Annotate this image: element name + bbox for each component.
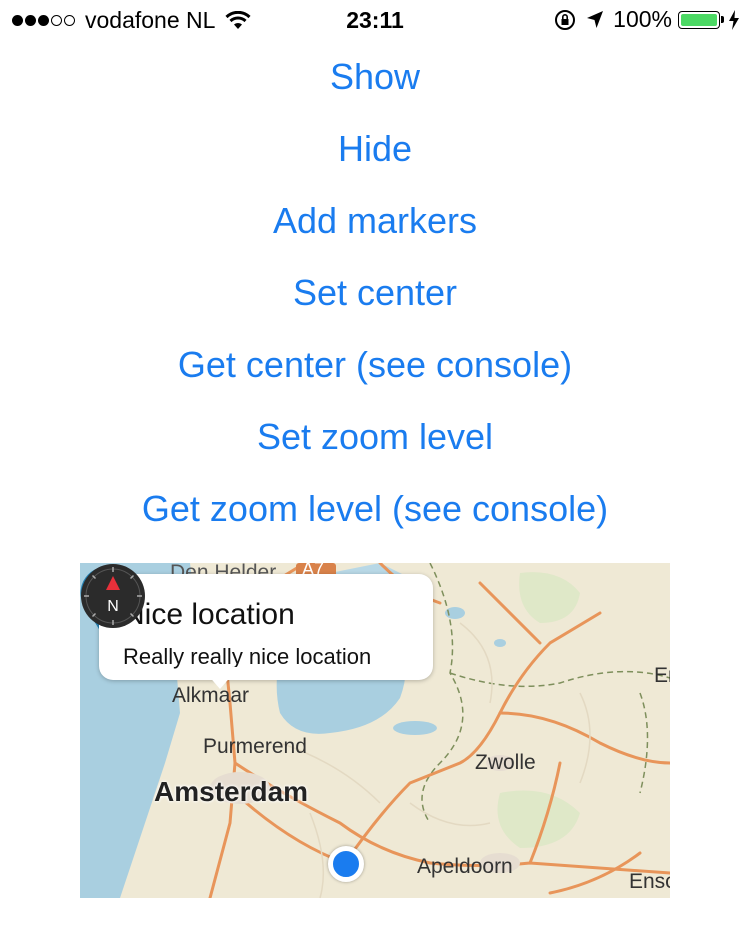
battery-icon [678, 10, 724, 29]
set-center-button[interactable]: Set center [0, 271, 750, 315]
user-location-icon [328, 846, 364, 882]
status-bar: vodafone NL 23:11 100% [0, 0, 750, 40]
map-label-purmerend: Purmerend [203, 735, 307, 758]
marker-callout[interactable]: Nice location Really really nice locatio… [99, 574, 433, 680]
battery-percent: 100% [613, 6, 672, 32]
compass-icon[interactable]: N [80, 563, 146, 629]
map-label-emmen: Er [654, 664, 670, 687]
map-label-zwolle: Zwolle [475, 751, 536, 774]
map-label-apeldoorn: Apeldoorn [417, 855, 513, 878]
callout-title: Nice location [123, 598, 295, 631]
callout-subtitle: Really really nice location [123, 644, 372, 669]
get-zoom-level-button[interactable]: Get zoom level (see console) [0, 487, 750, 531]
callout-tail [201, 667, 239, 689]
show-button[interactable]: Show [0, 55, 750, 99]
compass-n-label: N [107, 598, 119, 615]
charging-icon [729, 9, 739, 30]
map-label-amsterdam: Amsterdam [154, 776, 309, 807]
map-label-enschede: Ensc [629, 870, 670, 893]
get-center-button[interactable]: Get center (see console) [0, 343, 750, 387]
orientation-lock-icon [555, 9, 576, 30]
map-view[interactable]: Den Helder A7 Alkmaar Purmerend Amsterda… [80, 563, 670, 898]
set-zoom-level-button[interactable]: Set zoom level [0, 415, 750, 459]
hide-button[interactable]: Hide [0, 127, 750, 171]
status-right: 100% [545, 6, 740, 33]
add-markers-button[interactable]: Add markers [0, 199, 750, 243]
location-arrow-icon [587, 10, 604, 28]
